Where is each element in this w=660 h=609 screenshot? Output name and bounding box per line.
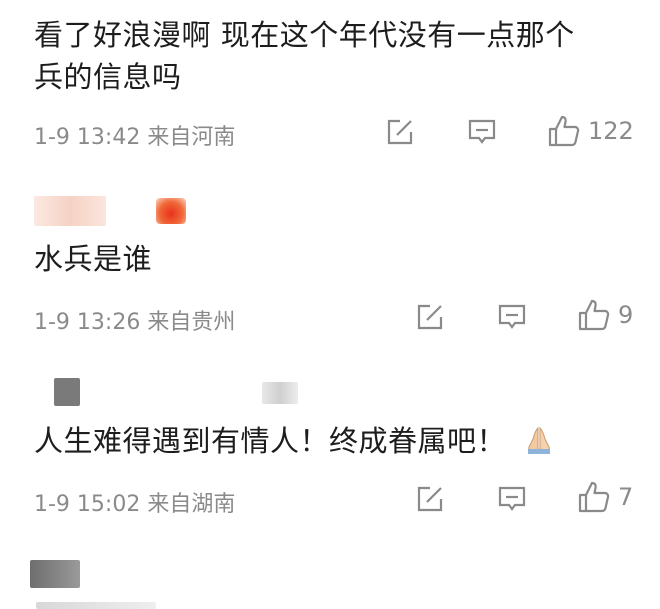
avatar [54,378,80,406]
avatar [34,196,106,226]
edit-icon [417,486,443,512]
edit-button[interactable] [414,483,446,515]
edit-icon [387,119,413,145]
reply-button[interactable] [496,483,528,515]
like-button[interactable]: 7 [576,479,633,515]
comment-text: 人生难得遇到有情人！终成眷属吧！ [34,420,644,462]
like-count: 7 [618,483,634,511]
comment-text: 水兵是谁 [34,242,153,276]
like-icon [578,481,610,513]
edit-button[interactable] [414,301,446,333]
comment-icon [498,486,526,511]
comment-text: 看了好浪漫啊 现在这个年代没有一点那个 兵的信息吗 [34,14,644,98]
reply-button[interactable] [466,116,498,148]
edit-button[interactable] [384,116,416,148]
comment-text-body: 人生难得遇到有情人！终成眷属吧！ [34,424,507,458]
like-icon [578,299,610,331]
comment-icon [468,119,496,144]
username-blurred [36,602,156,609]
comment-item: 人生难得遇到有情人！终成眷属吧！ 1-9 15:02 来自湖南 7 [0,368,660,538]
username-blurred [262,382,298,404]
comment-item [0,550,660,609]
comment-text-line: 看了好浪漫啊 现在这个年代没有一点那个 [34,18,575,52]
comment-icon [498,304,526,329]
like-button[interactable]: 122 [546,113,634,149]
like-icon [548,115,580,147]
like-button[interactable]: 9 [576,297,633,333]
comment-text-line: 兵的信息吗 [34,60,182,94]
praying-hands-emoji [527,426,550,454]
like-count: 9 [618,301,634,329]
badge-icon [156,198,186,224]
reply-button[interactable] [496,301,528,333]
comment-item: 看了好浪漫啊 现在这个年代没有一点那个 兵的信息吗 1-9 13:42 来自河南… [0,0,660,170]
comment-meta: 1-9 15:02 来自湖南 [34,492,236,517]
comment-meta: 1-9 13:42 来自河南 [34,125,236,150]
edit-icon [417,304,443,330]
comment-meta: 1-9 13:26 来自贵州 [34,310,236,335]
like-count: 122 [588,117,634,145]
avatar [30,560,80,588]
comment-item: 水兵是谁 1-9 13:26 来自贵州 9 [0,186,660,356]
